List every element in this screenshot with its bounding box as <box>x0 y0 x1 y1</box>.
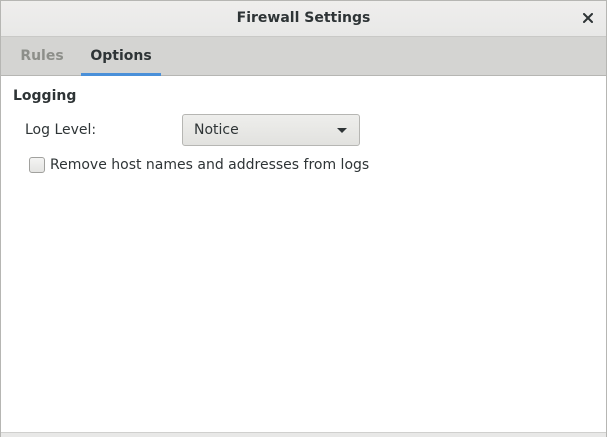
close-button[interactable] <box>578 8 598 28</box>
remove-hosts-option[interactable]: Remove host names and addresses from log… <box>29 156 369 174</box>
tab-options-label: Options <box>90 48 152 64</box>
window-title: Firewall Settings <box>236 10 371 26</box>
firewall-settings-window: Firewall Settings Rules Options Logging … <box>0 0 607 437</box>
close-icon <box>583 13 593 23</box>
window-bottom-edge <box>1 432 606 437</box>
tab-rules[interactable]: Rules <box>9 37 75 75</box>
chevron-down-icon <box>337 128 347 133</box>
logging-section-title: Logging <box>13 88 77 104</box>
titlebar: Firewall Settings <box>1 1 606 37</box>
log-level-dropdown[interactable]: Notice <box>182 114 360 146</box>
options-panel: Logging Log Level: Notice Remove host na… <box>1 76 606 432</box>
log-level-label: Log Level: <box>25 122 97 138</box>
remove-hosts-checkbox[interactable] <box>29 157 45 173</box>
tab-options[interactable]: Options <box>81 37 161 76</box>
remove-hosts-label: Remove host names and addresses from log… <box>50 157 370 173</box>
tab-bar: Rules Options <box>1 37 606 76</box>
log-level-value: Notice <box>194 122 239 138</box>
